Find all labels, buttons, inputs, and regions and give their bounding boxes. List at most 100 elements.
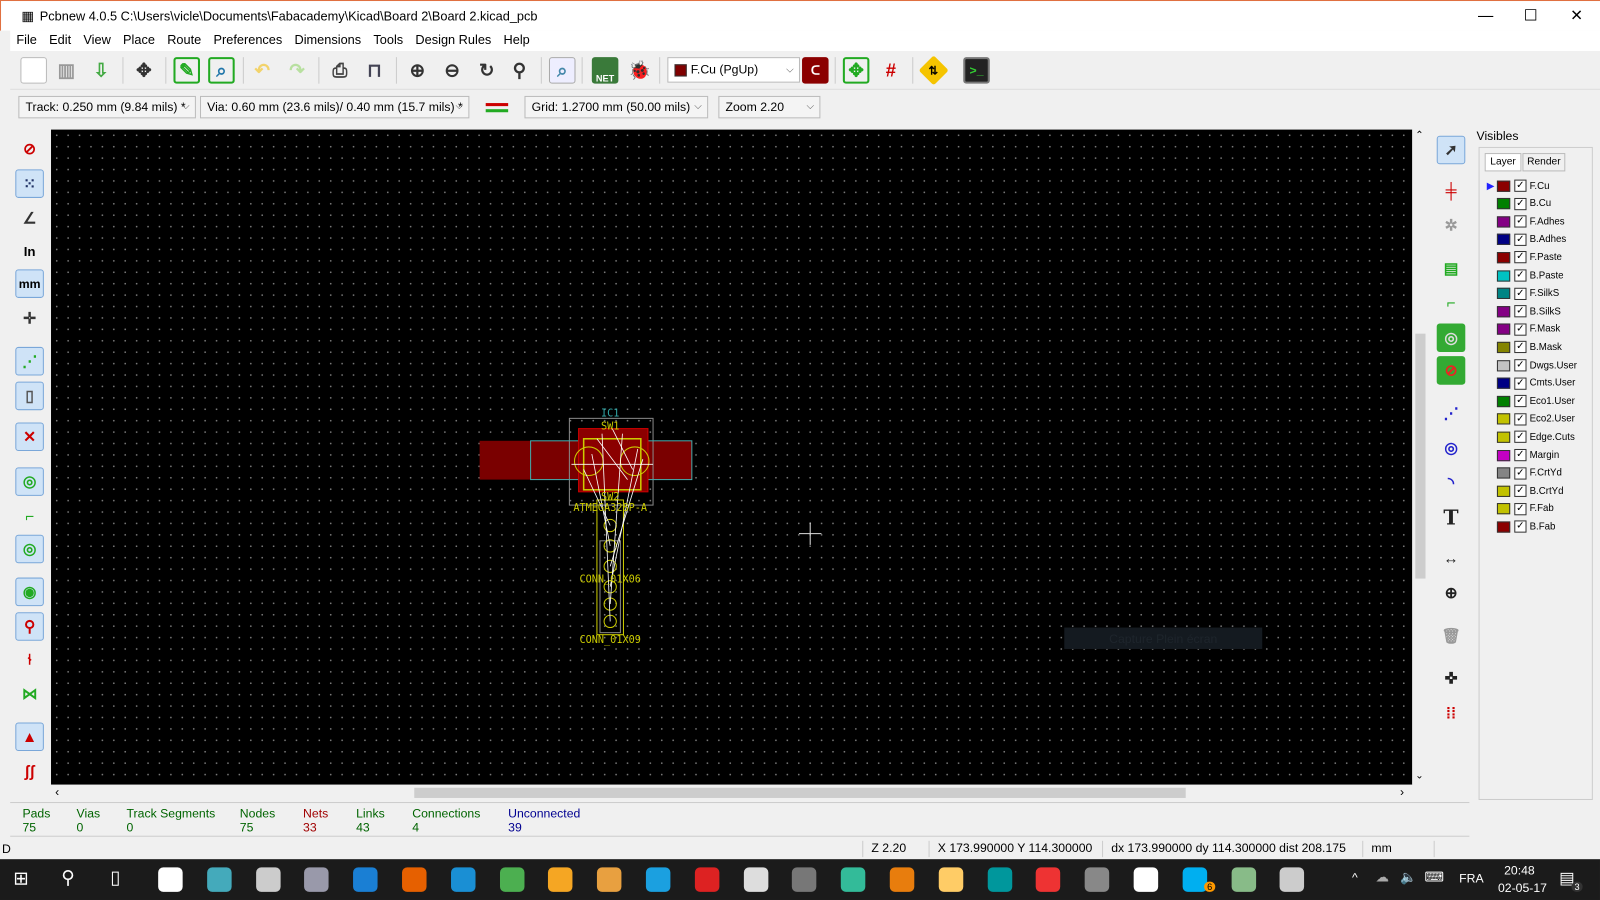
circle-icon[interactable]: ◎ bbox=[1437, 434, 1466, 463]
scroll-up-icon[interactable]: ⌃ bbox=[1415, 130, 1424, 141]
zones-disable-icon[interactable]: ⌐ bbox=[15, 502, 44, 531]
menu-place[interactable]: Place bbox=[117, 31, 161, 49]
layer-visible-checkbox[interactable]: ✓ bbox=[1514, 502, 1527, 516]
blender-icon[interactable] bbox=[889, 867, 915, 892]
show-microwave-toolbar-icon[interactable]: ⇅ bbox=[918, 55, 949, 86]
pcbnew-icon[interactable] bbox=[1279, 867, 1305, 892]
layer-visible-checkbox[interactable]: ✓ bbox=[1514, 377, 1527, 390]
autoroute-icon[interactable]: # bbox=[878, 57, 905, 84]
layer-color-swatch[interactable] bbox=[1496, 449, 1511, 461]
layer-visible-checkbox[interactable]: ✓ bbox=[1514, 323, 1527, 336]
layer-color-swatch[interactable] bbox=[1496, 467, 1511, 479]
vias-sketch-icon[interactable]: ⚲ bbox=[15, 612, 44, 641]
footprint-editor-icon[interactable]: ✎ bbox=[173, 57, 200, 84]
layer-row[interactable]: ✓ B.Paste bbox=[1487, 267, 1564, 283]
layer-color-swatch[interactable] bbox=[1496, 216, 1511, 228]
libreoffice-draw-icon[interactable] bbox=[938, 867, 964, 892]
layer-visible-checkbox[interactable]: ✓ bbox=[1514, 413, 1527, 426]
sketchup-icon[interactable] bbox=[694, 867, 720, 892]
target-icon[interactable]: ⊕ bbox=[1437, 579, 1466, 608]
layer-row[interactable]: ✓ Margin bbox=[1487, 447, 1559, 463]
menu-route[interactable]: Route bbox=[161, 31, 207, 49]
clock-date[interactable]: 02-05-17 bbox=[1498, 881, 1547, 895]
scroll-down-icon[interactable]: ⌄ bbox=[1415, 770, 1424, 781]
menu-preferences[interactable]: Preferences bbox=[207, 31, 288, 49]
task-view-icon[interactable]: ▯ bbox=[110, 867, 120, 888]
chrome-icon[interactable] bbox=[499, 867, 525, 892]
maximize-button[interactable]: ☐ bbox=[1510, 5, 1551, 27]
graphic-line-icon[interactable]: ⋰ bbox=[1437, 399, 1466, 428]
zoom-select[interactable]: Zoom 2.20 ⌵ bbox=[718, 95, 821, 119]
eeschema-icon[interactable] bbox=[1231, 867, 1256, 892]
layer-visible-checkbox[interactable]: ✓ bbox=[1514, 197, 1527, 210]
layer-color-swatch[interactable] bbox=[1496, 431, 1511, 443]
layer-row[interactable]: ✓ B.Cu bbox=[1487, 196, 1551, 212]
redo-icon[interactable]: ↷ bbox=[284, 57, 311, 84]
autoplace-icon[interactable]: ✥ bbox=[842, 57, 870, 84]
pcb-canvas[interactable]: IC1 SW1 SW2 ATMEGA328P-A CONN_01X06 CONN… bbox=[51, 129, 1413, 785]
keyboard-icon[interactable]: ⌨ bbox=[1424, 869, 1443, 885]
highlight-net-icon[interactable]: ╪ bbox=[1437, 177, 1466, 206]
layer-color-swatch[interactable] bbox=[1496, 251, 1511, 264]
layer-color-swatch[interactable] bbox=[1496, 287, 1511, 300]
drc-ladybug-icon[interactable]: 🐞 bbox=[627, 57, 654, 84]
layer-row[interactable]: ✓ B.Adhes bbox=[1487, 231, 1566, 247]
save-icon[interactable]: ⇩ bbox=[88, 57, 115, 84]
print-icon[interactable]: ⎙ bbox=[327, 57, 354, 84]
layer-row[interactable]: ✓ B.Mask bbox=[1487, 339, 1562, 355]
thunderbird-icon[interactable] bbox=[450, 867, 476, 892]
layer-visible-checkbox[interactable]: ✓ bbox=[1514, 431, 1527, 444]
layer-row[interactable]: ✓ Edge.Cuts bbox=[1487, 429, 1575, 445]
scroll-left-icon[interactable]: ‹ bbox=[55, 785, 59, 799]
app-icon[interactable] bbox=[206, 867, 232, 892]
units-mm-icon[interactable]: mm bbox=[15, 269, 44, 298]
layer-color-swatch[interactable] bbox=[1496, 233, 1511, 246]
tracks-sketch-icon[interactable]: ⫮ bbox=[15, 645, 44, 674]
menu-help[interactable]: Help bbox=[497, 31, 535, 49]
grid-toggle-icon[interactable]: ⁙ bbox=[15, 169, 44, 198]
layer-row[interactable]: ✓ F.Fab bbox=[1487, 501, 1554, 517]
layer-color-swatch[interactable] bbox=[1496, 323, 1511, 335]
layer-visible-checkbox[interactable]: ✓ bbox=[1514, 359, 1527, 372]
route-track-icon[interactable]: ⌐ bbox=[1437, 289, 1466, 318]
microwave-toolbar-icon[interactable]: ʃʃ bbox=[15, 757, 44, 786]
layer-color-swatch[interactable] bbox=[1496, 341, 1511, 353]
show-zones-icon[interactable]: ◎ bbox=[15, 467, 44, 496]
layer-visible-checkbox[interactable]: ✓ bbox=[1514, 269, 1527, 282]
start-windows-icon[interactable]: ⊞ bbox=[13, 868, 28, 889]
menu-dimensions[interactable]: Dimensions bbox=[288, 31, 367, 49]
revit-icon[interactable] bbox=[597, 867, 622, 892]
drc-off-icon[interactable]: ⊘ bbox=[15, 135, 44, 164]
inkscape-icon[interactable] bbox=[743, 867, 768, 892]
layer-pair-icon[interactable]: ᑕ bbox=[802, 57, 829, 84]
keepout-area-icon[interactable]: ⊘ bbox=[1436, 356, 1466, 385]
layer-row[interactable]: ✓ F.Adhes bbox=[1487, 213, 1565, 229]
find-icon[interactable]: ⌕ bbox=[548, 57, 576, 84]
cursor-shape-icon[interactable]: ✛ bbox=[15, 304, 44, 333]
polar-coords-icon[interactable]: ∠ bbox=[15, 204, 44, 233]
layer-visible-checkbox[interactable]: ✓ bbox=[1514, 484, 1527, 498]
high-contrast-icon[interactable]: ⋈ bbox=[15, 680, 44, 709]
dimension-icon[interactable]: ↔ bbox=[1437, 544, 1466, 573]
menu-file[interactable]: File bbox=[10, 31, 43, 49]
minimize-button[interactable]: — bbox=[1465, 5, 1506, 27]
webcam-icon[interactable] bbox=[304, 867, 329, 892]
menu-tools[interactable]: Tools bbox=[367, 31, 409, 49]
firefox-icon[interactable] bbox=[402, 867, 427, 892]
netlist-icon[interactable]: NET bbox=[591, 57, 619, 84]
tray-chevron-icon[interactable]: ^ bbox=[1352, 870, 1358, 884]
layer-row[interactable]: ✓ Eco2.User bbox=[1487, 411, 1575, 427]
snipping-tool-icon[interactable] bbox=[255, 867, 281, 892]
close-button[interactable]: ✕ bbox=[1556, 5, 1597, 27]
layer-color-swatch[interactable] bbox=[1496, 305, 1511, 318]
layer-visible-checkbox[interactable]: ✓ bbox=[1514, 466, 1527, 480]
pads-sketch-icon[interactable]: ◉ bbox=[15, 577, 44, 607]
layer-row[interactable]: ✓ F.Mask bbox=[1487, 321, 1560, 337]
auto-track-width-icon[interactable] bbox=[484, 96, 511, 118]
slack-icon[interactable] bbox=[158, 867, 183, 892]
tab-layer[interactable]: Layer bbox=[1484, 153, 1522, 172]
layer-color-swatch[interactable] bbox=[1496, 503, 1511, 515]
layer-color-swatch[interactable] bbox=[1496, 485, 1511, 497]
layers-manager-icon[interactable]: ▲ bbox=[15, 722, 44, 752]
add-zone-icon[interactable]: ◎ bbox=[1436, 323, 1466, 353]
